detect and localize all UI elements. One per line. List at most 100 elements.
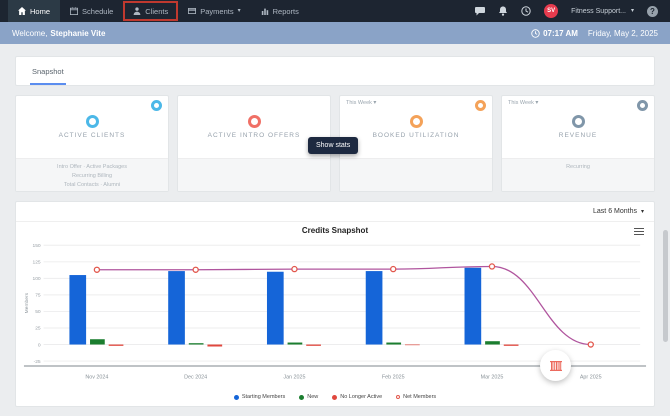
calendar-icon <box>70 7 79 15</box>
legend-label: New <box>307 394 319 400</box>
chart-menu-icon[interactable] <box>634 226 644 237</box>
clock-icon <box>531 28 540 38</box>
chart-legend: Starting Members New No Longer Active Net M… <box>22 391 648 406</box>
card-icon <box>188 8 197 14</box>
show-stats-button[interactable]: Show stats <box>308 137 359 154</box>
nav-label: Clients <box>145 6 169 16</box>
bell-icon[interactable] <box>498 6 508 16</box>
ring-icon <box>571 115 585 128</box>
chevron-down-icon: ▾ <box>373 100 377 106</box>
card-title: BOOKED UTILIZATION <box>372 132 460 139</box>
card-footer <box>178 158 330 191</box>
card-period-dropdown[interactable]: This Week ▾ <box>346 100 376 106</box>
clock-history-icon[interactable] <box>521 6 531 16</box>
range-label: Last 6 Months <box>593 208 637 215</box>
nav-item-payments[interactable]: Payments ▾ <box>178 0 250 22</box>
svg-text:75: 75 <box>35 293 41 299</box>
svg-text:Mar 2025: Mar 2025 <box>481 375 504 381</box>
ring-icon <box>85 115 99 128</box>
nav-item-clients[interactable]: Clients <box>123 1 179 21</box>
svg-text:Nov 2024: Nov 2024 <box>85 375 108 381</box>
legend-marker-icon <box>396 395 401 399</box>
page-scrollbar[interactable] <box>663 230 668 342</box>
nav-item-reports[interactable]: Reports <box>251 0 309 22</box>
svg-text:50: 50 <box>35 309 41 315</box>
legend-item[interactable]: Starting Members <box>233 394 286 400</box>
support-widget-button[interactable] <box>540 350 571 381</box>
footer-line: Recurring <box>566 164 590 170</box>
person-icon <box>133 7 141 15</box>
nav-label: Schedule <box>82 6 114 16</box>
footer-line: Intro Offer · Active Packages <box>57 164 127 170</box>
legend-marker-icon <box>233 394 239 400</box>
svg-text:-25: -25 <box>34 359 41 365</box>
svg-text:25: 25 <box>35 326 41 332</box>
svg-text:125: 125 <box>32 260 40 266</box>
nav-label: Reports <box>272 6 299 16</box>
card-footer: Recurring <box>502 158 654 191</box>
nav-item-home[interactable]: Home <box>8 0 61 22</box>
dashboard-page: Home Schedule Clients Payments ▾ Reports <box>0 0 670 416</box>
welcome-greeting: Welcome, <box>12 28 48 38</box>
card-action-button[interactable] <box>475 100 486 111</box>
card-footer: Intro Offer · Active Packages Recurring … <box>16 158 168 191</box>
nav-utilities: SV Fitness Support... ▾ ? <box>475 0 670 22</box>
ring-icon <box>409 115 423 128</box>
card-period-dropdown[interactable]: This Week ▾ <box>508 100 538 106</box>
footer-line: Recurring Billing <box>71 173 113 180</box>
legend-item[interactable]: Net Members <box>396 394 436 400</box>
card-title: ACTIVE INTRO OFFERS <box>207 132 301 139</box>
legend-marker-icon <box>332 394 338 400</box>
svg-text:Members: Members <box>24 292 30 313</box>
chevron-down-icon: ▾ <box>640 208 644 215</box>
chevron-down-icon: ▾ <box>237 8 241 14</box>
current-time: 07:17 AM <box>531 29 578 38</box>
card-active-clients: ▾ ACTIVE CLIENTS Intro Offer · Active Pa… <box>15 95 169 192</box>
legend-label: Starting Members <box>241 394 286 400</box>
range-dropdown[interactable]: Last 6 Months ▾ <box>593 208 644 215</box>
svg-text:Dec 2024: Dec 2024 <box>184 375 207 381</box>
account-name: Fitness Support... <box>571 7 626 15</box>
help-icon[interactable]: ? <box>647 5 658 17</box>
welcome-bar: Welcome, Stephanie Vite 07:17 AM Friday,… <box>0 22 670 44</box>
svg-text:100: 100 <box>32 276 40 282</box>
credits-snapshot-chart: 150 125 100 75 50 25 0 -25 Members Nov 2024 Dec 20… <box>16 238 654 406</box>
svg-text:150: 150 <box>32 243 40 249</box>
tab-snapshot[interactable]: Snapshot <box>30 67 66 85</box>
datetime: 07:17 AM Friday, May 2, 2025 <box>531 29 658 38</box>
bar-chart-icon <box>261 8 268 15</box>
legend-marker-icon <box>299 394 305 400</box>
legend-label: Net Members <box>403 394 437 400</box>
welcome-user-name: Stephanie Vite <box>50 28 106 38</box>
nav-label: Payments <box>200 6 234 16</box>
nav-item-schedule[interactable]: Schedule <box>60 0 123 22</box>
chat-icon[interactable] <box>475 6 486 16</box>
chart-title: Credits Snapshot <box>301 225 369 235</box>
footer-line: Total Contacts · Alumni <box>63 182 121 189</box>
card-booked-utilization: This Week ▾ BOOKED UTILIZATION <box>339 95 493 192</box>
chevron-down-icon: ▾ <box>630 8 634 14</box>
chevron-down-icon: ▾ <box>535 100 539 106</box>
svg-text:0: 0 <box>38 342 41 348</box>
time-text: 07:17 AM <box>543 28 578 38</box>
account-dropdown[interactable]: Fitness Support... ▾ <box>571 8 634 15</box>
card-title: ACTIVE CLIENTS <box>58 132 126 139</box>
svg-text:Feb 2025: Feb 2025 <box>382 375 405 381</box>
svg-text:Jan 2025: Jan 2025 <box>283 375 305 381</box>
card-title: REVENUE <box>558 132 598 139</box>
card-action-button[interactable] <box>151 100 162 111</box>
barcode-icon <box>549 360 562 371</box>
legend-item[interactable]: New <box>299 394 318 400</box>
current-date: Friday, May 2, 2025 <box>587 28 658 38</box>
legend-item[interactable]: No Longer Active <box>332 394 382 400</box>
top-navigation: Home Schedule Clients Payments ▾ Reports <box>0 0 670 22</box>
tab-strip: Snapshot <box>15 56 655 86</box>
nav-label: Home <box>30 6 51 16</box>
avatar[interactable]: SV <box>544 4 559 18</box>
svg-text:Apr 2025: Apr 2025 <box>580 375 602 381</box>
ring-icon <box>247 115 261 128</box>
nav-menu: Home Schedule Clients Payments ▾ Reports <box>0 0 309 22</box>
card-footer <box>340 158 492 191</box>
card-action-button[interactable] <box>637 100 648 111</box>
card-revenue: This Week ▾ REVENUE Recurring <box>501 95 655 192</box>
